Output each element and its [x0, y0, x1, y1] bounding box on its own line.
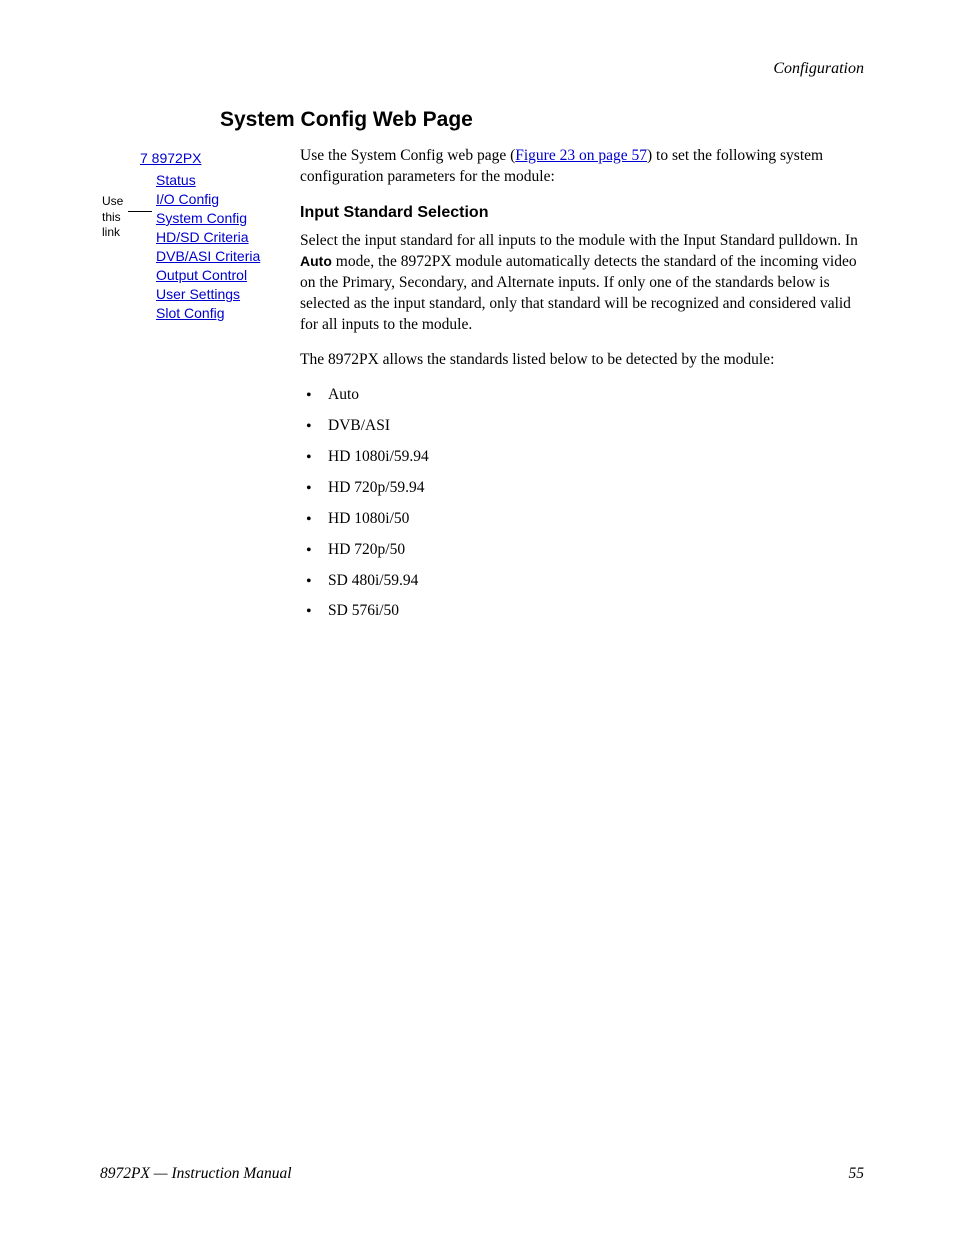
list-item: HD 1080i/50 — [300, 509, 864, 530]
p1-b: mode, the 8972PX module automatically de… — [300, 253, 857, 333]
intro-paragraph: Use the System Config web page (Figure 2… — [300, 146, 864, 188]
nav-annot-l1: Use — [102, 194, 123, 208]
figure-link[interactable]: Figure 23 on page 57 — [515, 147, 647, 164]
standards-list: Auto DVB/ASI HD 1080i/59.94 HD 720p/59.9… — [300, 385, 864, 622]
nav-link-io-config[interactable]: I/O Config — [156, 191, 300, 207]
nav-link-user-settings[interactable]: User Settings — [156, 286, 300, 302]
p1-bold: Auto — [300, 253, 332, 269]
nav-link-status[interactable]: Status — [156, 172, 300, 188]
list-item: SD 480i/59.94 — [300, 571, 864, 592]
list-item: DVB/ASI — [300, 416, 864, 437]
footer-title: 8972PX — Instruction Manual — [100, 1165, 292, 1183]
standard-selection-paragraph: Select the input standard for all inputs… — [300, 231, 864, 336]
nav-menu: Use this link 7 8972PX Status I/O Config… — [100, 146, 300, 324]
list-item: SD 576i/50 — [300, 601, 864, 622]
page-title: System Config Web Page — [220, 108, 864, 132]
nav-link-slot-config[interactable]: Slot Config — [156, 305, 300, 321]
nav-link-hdsd-criteria[interactable]: HD/SD Criteria — [156, 229, 300, 245]
nav-annot-l2: this — [102, 210, 121, 224]
nav-link-dvbasi-criteria[interactable]: DVB/ASI Criteria — [156, 248, 300, 264]
nav-annotation: Use this link — [102, 194, 123, 241]
nav-annotation-line — [128, 211, 152, 212]
nav-link-module[interactable]: 7 8972PX — [140, 150, 300, 166]
sub-heading-input-standard: Input Standard Selection — [300, 202, 864, 224]
nav-annot-l3: link — [102, 225, 120, 239]
standards-intro-paragraph: The 8972PX allows the standards listed b… — [300, 350, 864, 371]
footer-page-number: 55 — [849, 1165, 865, 1183]
list-item: HD 720p/50 — [300, 540, 864, 561]
p1-a: Select the input standard for all inputs… — [300, 232, 858, 249]
nav-link-system-config[interactable]: System Config — [156, 210, 300, 226]
running-head-section: Configuration — [100, 60, 864, 78]
list-item: Auto — [300, 385, 864, 406]
nav-link-output-control[interactable]: Output Control — [156, 267, 300, 283]
page-footer: 8972PX — Instruction Manual 55 — [100, 1165, 864, 1183]
intro-pre: Use the System Config web page ( — [300, 147, 515, 164]
list-item: HD 720p/59.94 — [300, 478, 864, 499]
list-item: HD 1080i/59.94 — [300, 447, 864, 468]
